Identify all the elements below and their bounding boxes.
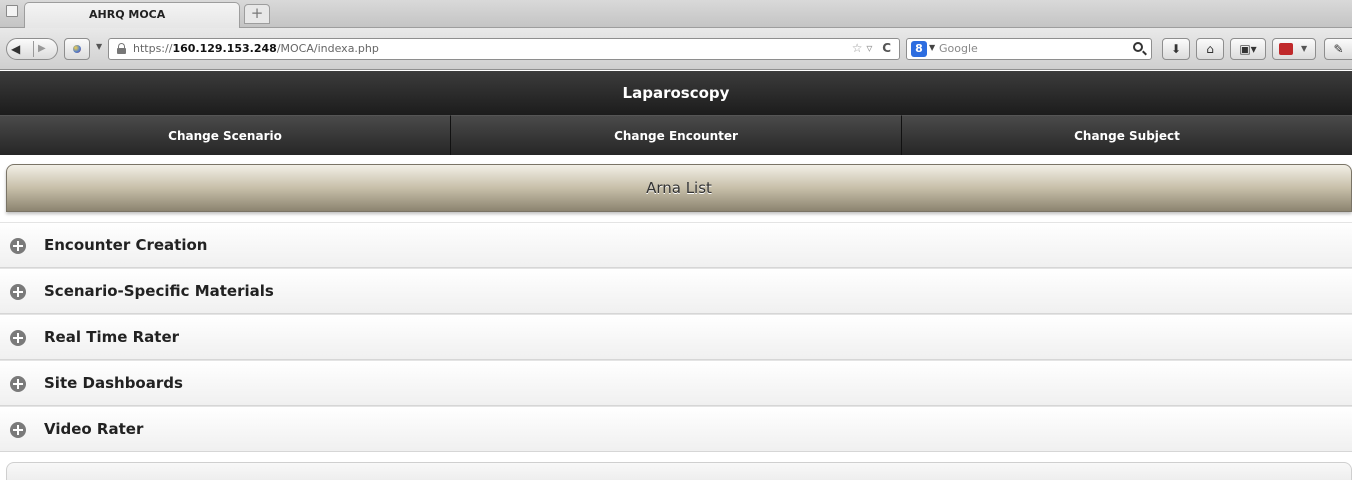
addon-button[interactable]: ▼ xyxy=(1272,38,1316,60)
list-item-label: Video Rater xyxy=(44,420,144,438)
addon-icon xyxy=(1279,43,1293,55)
plus-circle-icon xyxy=(10,284,26,300)
page-title: Laparoscopy xyxy=(0,71,1352,115)
browser-nav-bar: ◀ ▶ ▼ https://160.129.153.248/MOCA/index… xyxy=(0,28,1352,70)
plus-circle-icon xyxy=(10,422,26,438)
list-item-site-dashboards[interactable]: Site Dashboards xyxy=(0,360,1352,406)
list-item-label: Site Dashboards xyxy=(44,374,183,392)
list-item-label: Scenario-Specific Materials xyxy=(44,282,274,300)
url-bar-actions: ☆ ▿ C xyxy=(852,41,891,55)
list-item-real-time-rater[interactable]: Real Time Rater xyxy=(0,314,1352,360)
bookmarks-button[interactable]: ▣▾ xyxy=(1230,38,1266,60)
home-icon: ⌂ xyxy=(1206,42,1214,56)
list-item-label: Real Time Rater xyxy=(44,328,180,346)
wrench-icon: ✎ xyxy=(1333,42,1344,56)
search-icon[interactable] xyxy=(1133,42,1143,52)
app-navbar: Change Scenario Change Encounter Change … xyxy=(0,115,1352,155)
bookmarks-icon: ▣▾ xyxy=(1239,42,1257,56)
site-identity-button[interactable] xyxy=(64,38,90,60)
history-dropdown-icon[interactable]: ▼ xyxy=(96,42,102,51)
list-item-label: Encounter Creation xyxy=(44,236,208,254)
download-icon: ⬇ xyxy=(1170,42,1182,56)
search-bar[interactable]: 8 ▼ Google xyxy=(906,38,1152,60)
browser-tab-bar: AHRQ MOCA + xyxy=(0,0,1352,28)
plus-circle-icon xyxy=(10,376,26,392)
collapsible-list: Encounter Creation Scenario-Specific Mat… xyxy=(0,222,1352,452)
change-subject-button[interactable]: Change Subject xyxy=(902,115,1352,155)
new-tab-button[interactable]: + xyxy=(244,4,270,24)
site-favicon-icon xyxy=(73,45,81,53)
list-item-encounter-creation[interactable]: Encounter Creation xyxy=(0,222,1352,268)
change-encounter-button[interactable]: Change Encounter xyxy=(451,115,902,155)
window-icon xyxy=(6,5,18,17)
list-item-video-rater[interactable]: Video Rater xyxy=(0,406,1352,452)
search-engine-dropdown-icon[interactable]: ▼ xyxy=(929,43,935,52)
addon-dropdown-icon: ▼ xyxy=(1301,44,1308,53)
url-bar[interactable]: https://160.129.153.248/MOCA/indexa.php … xyxy=(108,38,900,60)
reload-icon[interactable]: C xyxy=(882,41,891,55)
search-input[interactable]: Google xyxy=(939,42,978,55)
lock-icon xyxy=(117,43,126,54)
divider xyxy=(33,41,34,57)
next-list-section xyxy=(6,462,1352,480)
tools-button[interactable]: ✎ xyxy=(1324,38,1352,60)
back-arrow-icon[interactable]: ◀ xyxy=(11,39,20,59)
back-forward-buttons: ◀ ▶ xyxy=(6,38,58,60)
forward-arrow-icon[interactable]: ▶ xyxy=(38,39,46,59)
plus-circle-icon xyxy=(10,330,26,346)
change-scenario-button[interactable]: Change Scenario xyxy=(0,115,451,155)
google-icon[interactable]: 8 xyxy=(911,41,927,57)
plus-circle-icon xyxy=(10,238,26,254)
bookmark-star-icon[interactable]: ☆ ▿ xyxy=(852,41,873,55)
list-divider-heading: Arna List xyxy=(6,164,1352,212)
tab-title: AHRQ MOCA xyxy=(89,8,166,21)
home-button[interactable]: ⌂ xyxy=(1196,38,1224,60)
url-text[interactable]: https://160.129.153.248/MOCA/indexa.php xyxy=(133,42,379,55)
browser-tab[interactable]: AHRQ MOCA xyxy=(24,2,240,28)
list-item-scenario-specific-materials[interactable]: Scenario-Specific Materials xyxy=(0,268,1352,314)
download-button[interactable]: ⬇ xyxy=(1162,38,1190,60)
